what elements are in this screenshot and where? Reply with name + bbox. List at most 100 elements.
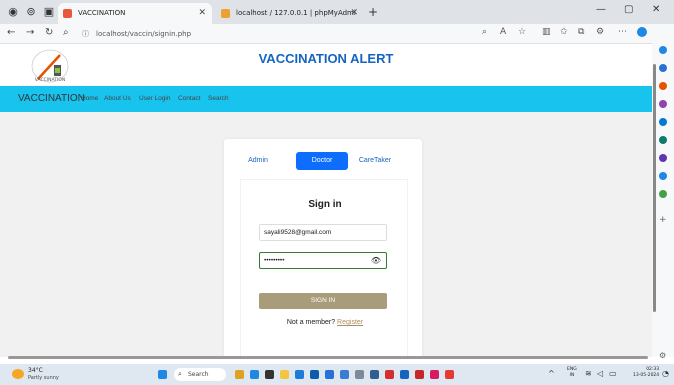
nav-home[interactable]: Home	[81, 95, 98, 102]
app-icon[interactable]	[445, 370, 454, 379]
nav-search[interactable]: Search	[208, 95, 229, 102]
workspaces-icon[interactable]: ⊚	[24, 5, 38, 19]
maximize-button[interactable]: ▢	[624, 4, 633, 15]
split-screen-icon[interactable]: ▥	[542, 27, 551, 37]
email-value: sayali9528@gmail.com	[264, 229, 332, 236]
minimize-button[interactable]: —	[596, 4, 606, 15]
login-card: Admin Doctor CareTaker Sign in sayali952…	[224, 139, 422, 357]
close-tab-icon[interactable]: ✕	[350, 3, 358, 24]
outlook-icon[interactable]	[659, 136, 667, 144]
signin-form: Sign in sayali9528@gmail.com ••••••••• 👁…	[240, 179, 408, 357]
app-icon[interactable]	[415, 370, 424, 379]
tab-admin[interactable]: Admin	[242, 152, 274, 170]
navbar-brand[interactable]: VACCINATION	[18, 93, 85, 104]
drop-icon[interactable]	[659, 172, 667, 180]
tree-icon[interactable]	[659, 190, 667, 198]
tab-vaccination[interactable]: VACCINATION ✕	[58, 3, 212, 24]
vertical-scrollbar[interactable]	[653, 64, 656, 312]
back-icon[interactable]: ←	[7, 27, 15, 38]
nav-about-us[interactable]: About Us	[104, 95, 131, 102]
weather-icon[interactable]	[12, 369, 24, 379]
weather-temp: 34°C	[28, 367, 43, 374]
task-view-icon[interactable]	[265, 370, 274, 379]
search-icon[interactable]	[659, 46, 667, 54]
nav-user-login[interactable]: User Login	[139, 95, 170, 102]
tab-title: VACCINATION	[78, 9, 126, 17]
designer-icon[interactable]	[659, 154, 667, 162]
tab-caretaker[interactable]: CareTaker	[354, 152, 396, 170]
email-field[interactable]: sayali9528@gmail.com	[259, 224, 387, 241]
extensions-icon[interactable]: ⚙	[596, 27, 604, 37]
app-icon[interactable]	[355, 370, 364, 379]
favorites-icon[interactable]: ✩	[560, 27, 568, 37]
password-field[interactable]: ••••••••• 👁	[259, 252, 387, 269]
address-bar: ← → ↻ ⌕ ⓘ localhost/vaccin/signin.php ⌕ …	[0, 24, 674, 44]
show-password-icon[interactable]: 👁	[371, 253, 381, 268]
search-icon[interactable]: ⌕	[63, 27, 69, 38]
site-navbar: VACCINATION Home About Us User Login Con…	[0, 86, 652, 112]
file-explorer-icon[interactable]	[280, 370, 289, 379]
url-field[interactable]: ⓘ localhost/vaccin/signin.php	[80, 27, 550, 42]
copilot-icon[interactable]	[637, 27, 647, 37]
app-icon[interactable]	[385, 370, 394, 379]
wifi-icon[interactable]: ≋	[585, 369, 592, 378]
taskbar-search-label: Search	[188, 371, 209, 378]
edge-icon[interactable]	[295, 370, 304, 379]
tab-favicon-icon	[221, 9, 230, 18]
widgets-icon[interactable]	[235, 370, 244, 379]
new-tab-button[interactable]: +	[366, 5, 380, 19]
games-icon[interactable]	[659, 100, 667, 108]
volume-icon[interactable]: ◁	[597, 369, 603, 378]
tab-doctor[interactable]: Doctor	[296, 152, 348, 170]
language-indicator[interactable]: ENG IN	[567, 367, 577, 379]
app-icon[interactable]	[340, 370, 349, 379]
profile-icon[interactable]: ◉	[6, 5, 20, 19]
shopping-icon[interactable]	[659, 64, 667, 72]
notification-icon[interactable]: ◔	[662, 369, 669, 378]
info-icon[interactable]: ⓘ	[82, 27, 89, 42]
app-icon[interactable]	[430, 370, 439, 379]
app-icon[interactable]	[400, 370, 409, 379]
windows-taskbar: 34°C Partly sunny ⌕ Search ^ ENG IN ≋ ◁ …	[0, 364, 674, 385]
read-aloud-icon[interactable]: A	[500, 27, 506, 37]
nav-contact[interactable]: Contact	[178, 95, 200, 102]
register-prompt: Not a member? Register	[241, 319, 409, 326]
favorite-star-icon[interactable]: ☆	[518, 27, 526, 37]
register-link[interactable]: Register	[337, 319, 363, 326]
office-icon[interactable]	[659, 118, 667, 126]
tab-title: localhost / 127.0.0.1 | phpMyAdmi	[236, 9, 356, 17]
password-value: •••••••••	[264, 257, 285, 264]
battery-icon[interactable]: ▭	[609, 369, 617, 378]
signin-button[interactable]: SIGN IN	[259, 293, 387, 309]
forward-icon[interactable]: →	[26, 27, 34, 38]
tab-phpmyadmin[interactable]: localhost / 127.0.0.1 | phpMyAdmi ✕	[216, 3, 364, 24]
more-menu-icon[interactable]: ⋯	[618, 27, 627, 37]
horizontal-scrollbar[interactable]	[8, 356, 648, 359]
collections-icon[interactable]: ⧉	[578, 27, 584, 37]
tray-chevron-icon[interactable]: ^	[548, 369, 555, 378]
site-header: VACCINATION VACCINATION ALERT	[0, 45, 652, 86]
tools-icon[interactable]	[659, 82, 667, 90]
add-icon[interactable]: +	[659, 216, 667, 225]
close-window-button[interactable]: ✕	[652, 4, 660, 15]
clock-date: 13-05-2024	[633, 373, 660, 378]
signin-heading: Sign in	[308, 199, 342, 210]
member-text: Not a member?	[286, 319, 338, 326]
tab-actions-icon[interactable]: ▣	[42, 5, 56, 19]
chat-icon[interactable]	[250, 370, 259, 379]
system-clock[interactable]: 02:33 13-05-2024	[633, 367, 659, 379]
taskbar-search[interactable]: ⌕ Search	[174, 368, 226, 381]
tab-favicon-icon	[63, 9, 72, 18]
site-search-icon[interactable]: ⌕	[482, 27, 487, 37]
site-title: VACCINATION ALERT	[258, 51, 394, 66]
store-icon[interactable]	[310, 370, 319, 379]
browser-tab-bar: ◉ ⊚ ▣ VACCINATION ✕ localhost / 127.0.0.…	[0, 0, 674, 24]
refresh-icon[interactable]: ↻	[45, 27, 53, 38]
vscode-icon[interactable]	[325, 370, 334, 379]
settings-icon[interactable]: ⚙	[659, 352, 667, 360]
close-tab-icon[interactable]: ✕	[198, 3, 206, 24]
weather-desc: Partly sunny	[28, 375, 59, 381]
start-button[interactable]	[158, 370, 167, 379]
search-icon: ⌕	[178, 370, 182, 378]
app-icon[interactable]	[370, 370, 379, 379]
